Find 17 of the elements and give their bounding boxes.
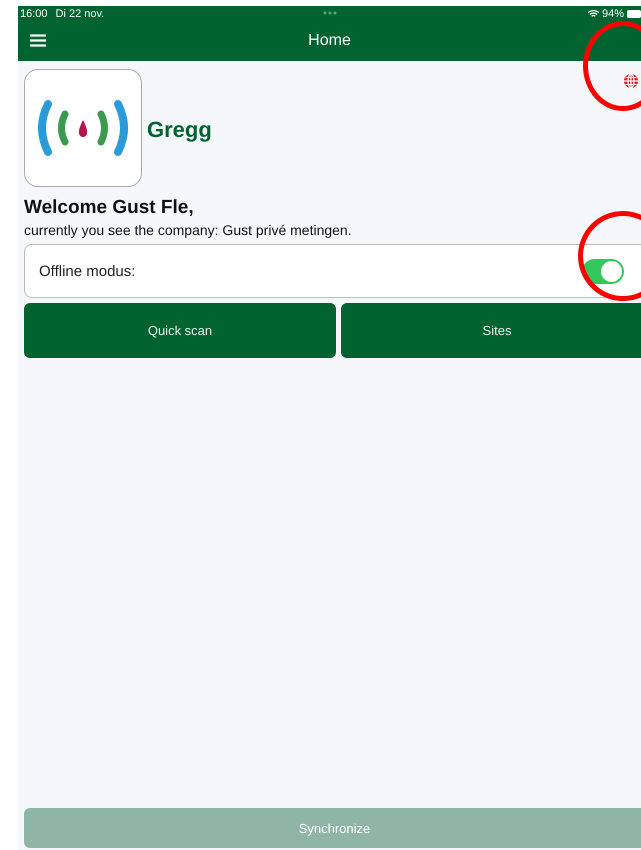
- welcome-title: Welcome Gust Fle,: [24, 197, 195, 219]
- company-info-text: currently you see the company: Gust privé metingen.: [24, 222, 353, 238]
- dots-icon: [322, 11, 336, 15]
- offline-label: Offline modus:: [39, 262, 136, 280]
- signal-logo-icon: [38, 100, 128, 156]
- battery-icon: [627, 10, 641, 18]
- battery-percent: 94%: [602, 8, 624, 20]
- wifi-icon: [588, 10, 599, 18]
- offline-toggle[interactable]: [582, 258, 624, 284]
- menu-action-button[interactable]: Sites: [341, 303, 641, 358]
- globe-icon[interactable]: [623, 73, 639, 89]
- page-title: Home: [308, 32, 351, 50]
- status-date: Di 22 nov.: [56, 8, 104, 20]
- menu-icon: [30, 34, 46, 47]
- status-time: 16:00: [20, 8, 48, 20]
- company-name: Gregg: [147, 117, 212, 143]
- menu-action-button[interactable]: Quick scan: [24, 303, 336, 358]
